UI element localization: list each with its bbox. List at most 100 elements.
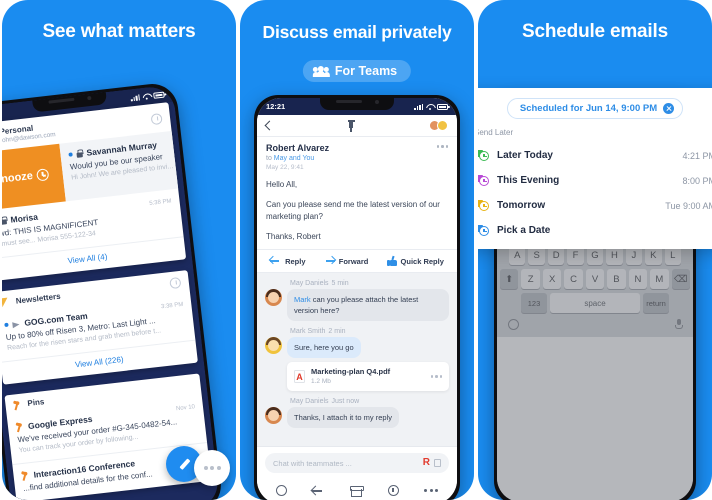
chat-author: Mark Smith <box>290 328 326 335</box>
may-avatar <box>265 407 282 424</box>
chat-time: 5 min <box>331 280 349 287</box>
send-later-sheet[interactable]: Scheduled for Jun 14, 9:00 PM Send Later… <box>478 88 712 249</box>
reply-button[interactable]: Reply <box>270 256 306 266</box>
back-chevron-icon[interactable] <box>264 120 275 131</box>
microphone-icon[interactable] <box>675 319 684 330</box>
option-label: Pick a Date <box>497 225 551 236</box>
unread-dot <box>4 322 9 328</box>
phone-notch <box>320 98 394 110</box>
chat-message[interactable]: May Daniels 5 min Mark can you please att… <box>265 280 449 321</box>
key-v[interactable]: V <box>585 269 605 289</box>
quick-reply-label: Quick Reply <box>400 256 444 266</box>
bottom-tab-bar[interactable] <box>257 479 457 500</box>
participants-avatars[interactable] <box>429 120 448 131</box>
cluster-card-personal[interactable]: Personal john@dawson.com Snooze Savannah… <box>2 102 187 282</box>
chat-bubble: Thanks, I attach it to my reply <box>287 407 399 428</box>
option-value: Tue 9:00 AM <box>665 200 712 211</box>
message-paragraph: Hello All, <box>266 180 298 189</box>
message-action-bar: Reply Forward Quick Reply <box>257 249 457 273</box>
battery-icon <box>153 91 165 99</box>
clock-circle-icon[interactable] <box>150 112 163 125</box>
schedule-option-tomorrow[interactable]: Tomorrow Tue 9:00 AM <box>478 193 712 218</box>
email-cluster-list[interactable]: Personal john@dawson.com Snooze Savannah… <box>2 101 220 500</box>
thumbs-up-icon <box>386 255 397 266</box>
chat-message[interactable]: May Daniels Just now Thanks, I attach it … <box>265 398 449 428</box>
more-actions-fab-button[interactable] <box>194 450 230 486</box>
circle-icon[interactable] <box>275 485 287 496</box>
key-b[interactable]: B <box>607 269 626 289</box>
option-label: This Evening <box>497 175 560 186</box>
quick-reply-button[interactable]: Quick Reply <box>386 255 444 266</box>
wifi-icon <box>142 93 151 100</box>
expand-box-icon[interactable] <box>434 459 441 467</box>
chat-attachment[interactable]: Marketing-plan Q4.pdf 1.2 Mb <box>287 362 449 391</box>
more-dots-icon[interactable] <box>424 489 439 492</box>
backspace-icon[interactable]: ⌫ <box>671 269 690 289</box>
key-z[interactable]: Z <box>521 269 540 289</box>
unread-dot <box>68 152 73 157</box>
panel-1-headline: See what matters <box>42 21 196 42</box>
key-m[interactable]: M <box>650 269 669 289</box>
scheduled-pill[interactable]: Scheduled for Jun 14, 9:00 PM <box>506 98 684 119</box>
schedule-option-pick-a-date[interactable]: Pick a Date <box>478 218 712 243</box>
key-c[interactable]: C <box>564 269 583 289</box>
chat-message[interactable]: Mark Smith2 min Sure, here you go Market… <box>265 328 449 391</box>
mark-avatar <box>265 337 282 354</box>
snooze-button[interactable]: Snooze <box>2 143 66 211</box>
snooze-label: Snooze <box>2 170 34 187</box>
schedule-option-later-today[interactable]: Later Today 4:21 PM <box>478 143 712 168</box>
schedule-option-this-evening[interactable]: This Evening 8:00 PM <box>478 168 712 193</box>
attachment-name: Marketing-plan Q4.pdf <box>311 367 391 376</box>
return-key[interactable]: return <box>643 293 669 313</box>
panel-3-headline: Schedule emails <box>522 21 668 42</box>
numbers-key[interactable]: 123 <box>521 293 547 313</box>
message-date: May 22, 9:41 <box>266 164 304 171</box>
chat-input[interactable]: Chat with teammates ... R <box>265 453 449 473</box>
globe-icon[interactable] <box>508 319 519 330</box>
panel-2-headline: Discuss email privately <box>262 22 452 42</box>
shift-arrow-icon[interactable]: ⬆ <box>500 269 519 289</box>
to-names: May and You <box>273 155 315 162</box>
reply-icon[interactable] <box>312 486 324 495</box>
people-group-icon <box>312 65 330 77</box>
chat-input-placeholder: Chat with teammates ... <box>273 458 352 468</box>
clock-icon[interactable] <box>387 485 399 496</box>
pin-icon <box>13 400 22 410</box>
phone-mockup-1: 12:21 <box>2 81 224 500</box>
team-chat-thread[interactable]: May Daniels 5 min Mark can you please att… <box>257 273 457 446</box>
scheduled-label: Scheduled for Jun 14, 9:00 PM <box>519 103 658 114</box>
key-x[interactable]: X <box>542 269 562 289</box>
archive-icon[interactable] <box>349 485 364 497</box>
clock-bird-blue-icon <box>478 224 489 237</box>
message-body: Hello All, Can you please send me the la… <box>257 175 457 249</box>
for-teams-label: For Teams <box>334 64 398 78</box>
lock-icon <box>2 216 7 225</box>
space-key[interactable]: space <box>550 293 640 313</box>
sender-name: Morisa <box>10 211 39 225</box>
chat-author: May Daniels <box>290 398 329 405</box>
timestamp: Nov 10 <box>175 404 196 413</box>
reply-label: Reply <box>285 256 306 266</box>
forward-button[interactable]: Forward <box>324 257 368 266</box>
may-avatar <box>265 289 282 306</box>
cellular-signal-icon <box>414 103 423 110</box>
status-time: 12:21 <box>266 102 286 111</box>
compose-pencil-icon <box>178 458 191 471</box>
keyboard-row-4: 123 space return <box>500 293 690 313</box>
clear-circle-icon[interactable] <box>663 103 675 114</box>
pin-icon[interactable] <box>347 119 356 132</box>
cluster-title: Newsletters <box>15 291 61 306</box>
option-value: 4:21 PM <box>682 150 712 161</box>
clock-circle-icon[interactable] <box>169 276 182 290</box>
wifi-icon <box>426 104 434 110</box>
timestamp: 3:38 PM <box>160 301 184 311</box>
option-label: Later Today <box>497 150 553 161</box>
more-dots-icon[interactable] <box>436 145 448 148</box>
chat-author-row: Mark Smith 2 min <box>287 328 449 335</box>
chat-mention: Mark <box>294 295 311 304</box>
cluster-card-newsletters[interactable]: Newsletters GOG.com Team 3:38 PM Up to 8… <box>2 270 198 385</box>
send-arrow-icon <box>12 320 21 328</box>
message-header: Robert Alvarez to May and You May 22, 9:… <box>257 137 457 175</box>
more-dots-icon[interactable] <box>430 375 442 378</box>
key-n[interactable]: N <box>628 269 648 289</box>
